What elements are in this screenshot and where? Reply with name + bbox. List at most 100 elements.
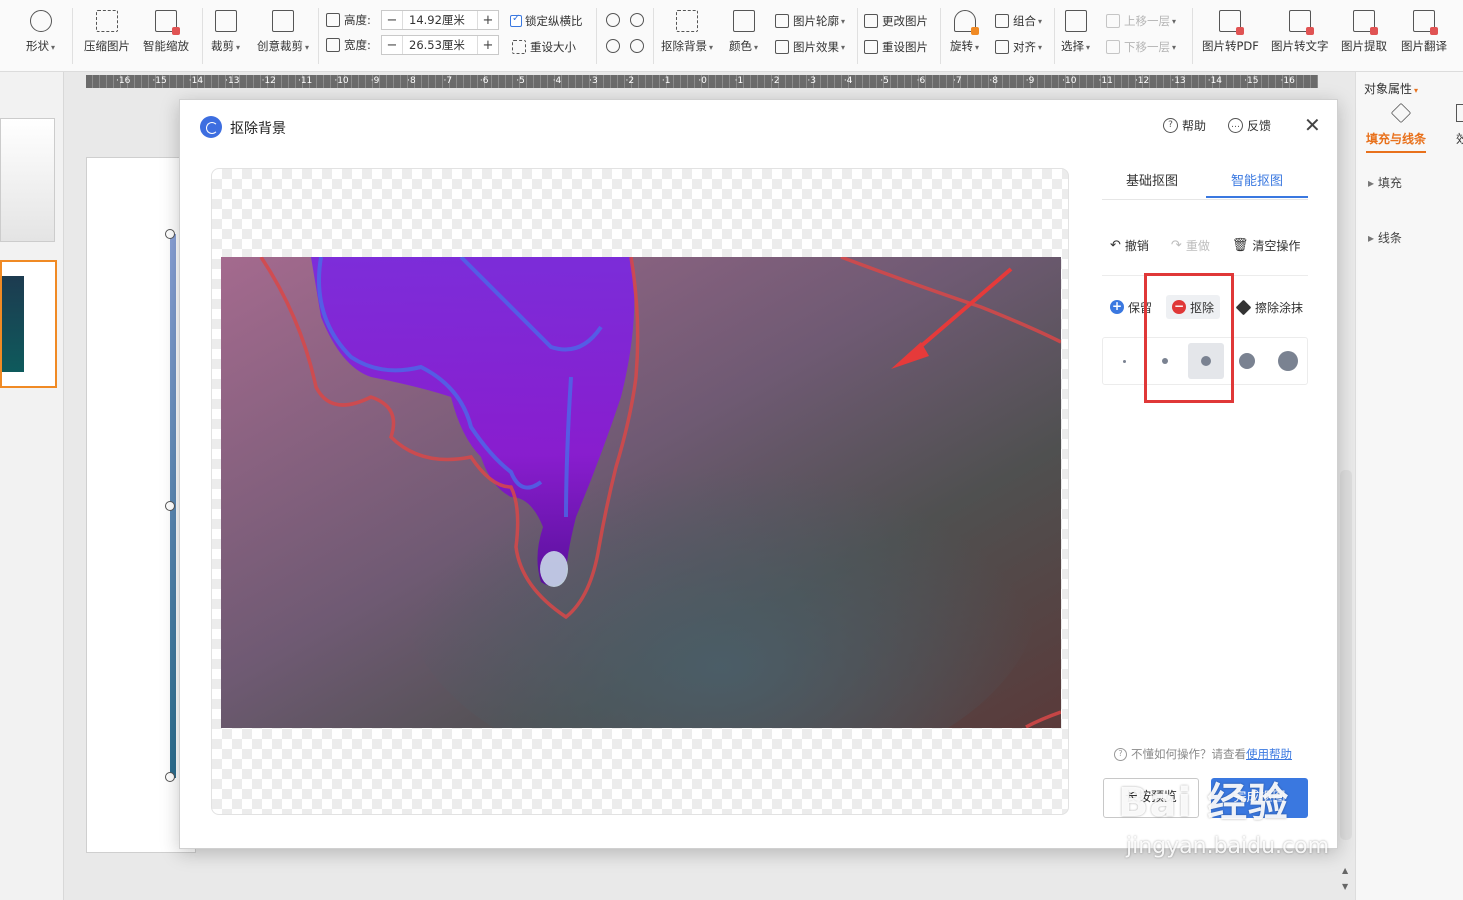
- smart-zoom-button[interactable]: 智能缩放: [143, 10, 189, 54]
- photo-preview[interactable]: [221, 257, 1061, 728]
- select-button[interactable]: 选择 ▾: [1061, 10, 1090, 54]
- resize-handle[interactable]: [165, 772, 175, 782]
- scroll-down-icon[interactable]: ▼: [1342, 882, 1348, 891]
- group-button[interactable]: 组合 ▾: [995, 13, 1042, 29]
- horizontal-ruler[interactable]: ·16 ·15 ·14 ·13 ·12 ·11 ·10 ·9 ·8 ·7 ·6 ·5 ·4 ·3 ·2 ·1 ·…: [86, 75, 1318, 88]
- effects-icon: [775, 40, 789, 54]
- plus-circle-icon: +: [1110, 299, 1124, 314]
- contrast-down-icon: [630, 39, 644, 53]
- section-line[interactable]: 线条: [1368, 229, 1402, 246]
- brush-size-xl[interactable]: [1270, 343, 1306, 379]
- pane-title[interactable]: 对象属性 ▾: [1364, 80, 1418, 97]
- separator: [202, 8, 203, 64]
- crop-button[interactable]: 裁剪 ▾: [211, 10, 240, 54]
- erase-mode-button[interactable]: 擦除涂抹: [1235, 295, 1303, 319]
- image-to-text-icon: [1288, 10, 1314, 35]
- separator: [1054, 8, 1055, 64]
- height-input[interactable]: 14.92厘米: [402, 11, 478, 29]
- creative-crop-label: 创意裁剪: [257, 39, 303, 53]
- smart-zoom-label: 智能缩放: [143, 39, 189, 53]
- shape-button[interactable]: 形状 ▾: [26, 10, 55, 54]
- close-icon[interactable]: ✕: [1304, 113, 1321, 137]
- contrast-up-button[interactable]: [630, 13, 648, 27]
- width-increment-button[interactable]: +: [478, 38, 498, 53]
- ruler-numbers: ·16 ·15 ·14 ·13 ·12 ·11 ·10 ·9 ·8 ·7 ·6 ·5 ·4 ·3 ·2 ·1 ·…: [116, 75, 1317, 88]
- ruler-tick-label: ·1: [661, 76, 671, 86]
- color-button[interactable]: 颜色 ▾: [729, 10, 758, 54]
- compress-label: 压缩图片: [84, 39, 130, 53]
- scroll-up-icon[interactable]: ▲: [1342, 866, 1348, 875]
- trash-icon: 🗑: [1231, 238, 1249, 253]
- tab-effect[interactable]: 效: [1456, 130, 1463, 147]
- lock-ratio-checkbox[interactable]: 锁定纵横比: [510, 13, 583, 29]
- contrast-up-icon: [630, 13, 644, 27]
- tab-basic-matting[interactable]: 基础抠图: [1126, 170, 1178, 189]
- width-decrement-button[interactable]: −: [382, 38, 402, 53]
- feedback-button[interactable]: … 反馈: [1228, 117, 1271, 134]
- height-increment-button[interactable]: +: [478, 13, 498, 28]
- bring-forward-button[interactable]: 上移一层 ▾: [1106, 13, 1176, 29]
- redo-button[interactable]: ↷ 重做: [1171, 237, 1210, 254]
- brightness-down-button[interactable]: [606, 39, 624, 53]
- reset-size-button[interactable]: 重设大小: [512, 39, 576, 55]
- translate-button[interactable]: 图片翻译: [1401, 10, 1447, 54]
- tab-fill-line[interactable]: 填充与线条: [1366, 130, 1427, 153]
- ruler-tick-label: ·4: [843, 76, 853, 86]
- preview-button[interactable]: 长按预览: [1103, 778, 1199, 818]
- brightness-up-button[interactable]: [606, 13, 624, 27]
- ruler-tick-label: ·12: [261, 76, 276, 86]
- creative-crop-button[interactable]: 创意裁剪 ▾: [257, 10, 309, 54]
- done-button[interactable]: 完成抠图: [1211, 778, 1308, 818]
- reset-pic-button[interactable]: 重设图片: [864, 39, 928, 55]
- usage-help-link[interactable]: 使用帮助: [1246, 746, 1292, 762]
- ruler-tick-label: ·10: [1062, 76, 1077, 86]
- extract-button[interactable]: 图片提取: [1341, 10, 1387, 54]
- translate-label: 图片翻译: [1401, 39, 1447, 53]
- scrollbar[interactable]: [1340, 470, 1352, 840]
- resize-handle[interactable]: [165, 229, 175, 239]
- ruler-tick-label: ·13: [225, 76, 240, 86]
- send-backward-button[interactable]: 下移一层 ▾: [1106, 39, 1176, 55]
- extract-label: 图片提取: [1341, 39, 1387, 53]
- width-input[interactable]: 26.53厘米: [402, 36, 478, 54]
- ruler-tick-label: ·16: [116, 76, 131, 86]
- to-pdf-button[interactable]: 图片转PDF: [1202, 10, 1259, 54]
- width-stepper[interactable]: − 26.53厘米 +: [381, 35, 499, 55]
- tab-smart-matting[interactable]: 智能抠图: [1206, 168, 1308, 198]
- contrast-down-button[interactable]: [630, 39, 648, 53]
- change-pic-icon: [864, 14, 878, 28]
- effects-button[interactable]: 图片效果 ▾: [775, 39, 845, 55]
- highlight-box: [1144, 273, 1234, 403]
- ruler-tick-label: ·14: [188, 76, 204, 86]
- remove-bg-button[interactable]: 抠除背景 ▾: [661, 10, 713, 54]
- ruler-tick-label: ·3: [807, 76, 817, 86]
- height-decrement-button[interactable]: −: [382, 13, 402, 28]
- help-button[interactable]: ? 帮助: [1163, 117, 1206, 134]
- undo-button[interactable]: ↶ 撤销: [1110, 237, 1149, 254]
- object-properties-pane: 对象属性▾ 填充与线条 效 填充 线条: [1355, 72, 1463, 900]
- to-text-button[interactable]: 图片转文字: [1271, 10, 1329, 54]
- separator: [72, 8, 73, 64]
- slide-thumbnail[interactable]: [0, 118, 55, 242]
- brush-size-l[interactable]: [1229, 343, 1265, 379]
- change-pic-button[interactable]: 更改图片: [864, 13, 928, 29]
- align-button[interactable]: 对齐 ▾: [995, 39, 1042, 55]
- compress-button[interactable]: 压缩图片: [84, 10, 130, 54]
- ruler-tick-label: ·1: [734, 76, 744, 86]
- clear-button[interactable]: 🗑 清空操作: [1232, 237, 1301, 254]
- ruler-tick-label: ·2: [625, 76, 635, 86]
- outline-button[interactable]: 图片轮廓 ▾: [775, 13, 845, 29]
- ruler-tick-label: ·8: [989, 76, 998, 86]
- effect-icon: [1456, 104, 1463, 122]
- ruler-tick-label: ·7: [952, 76, 962, 86]
- matting-canvas[interactable]: [211, 168, 1069, 815]
- ruler-tick-label: ·3: [589, 76, 598, 86]
- height-stepper[interactable]: − 14.92厘米 +: [381, 10, 499, 30]
- section-fill[interactable]: 填充: [1368, 174, 1402, 191]
- slide-thumbnail-selected[interactable]: [0, 260, 57, 388]
- ruler-tick-label: ·7: [443, 76, 453, 86]
- rotate-button[interactable]: 旋转 ▾: [950, 10, 979, 54]
- align-icon: [995, 40, 1009, 54]
- brush-size-xs[interactable]: [1106, 343, 1142, 379]
- resize-handle[interactable]: [165, 501, 175, 511]
